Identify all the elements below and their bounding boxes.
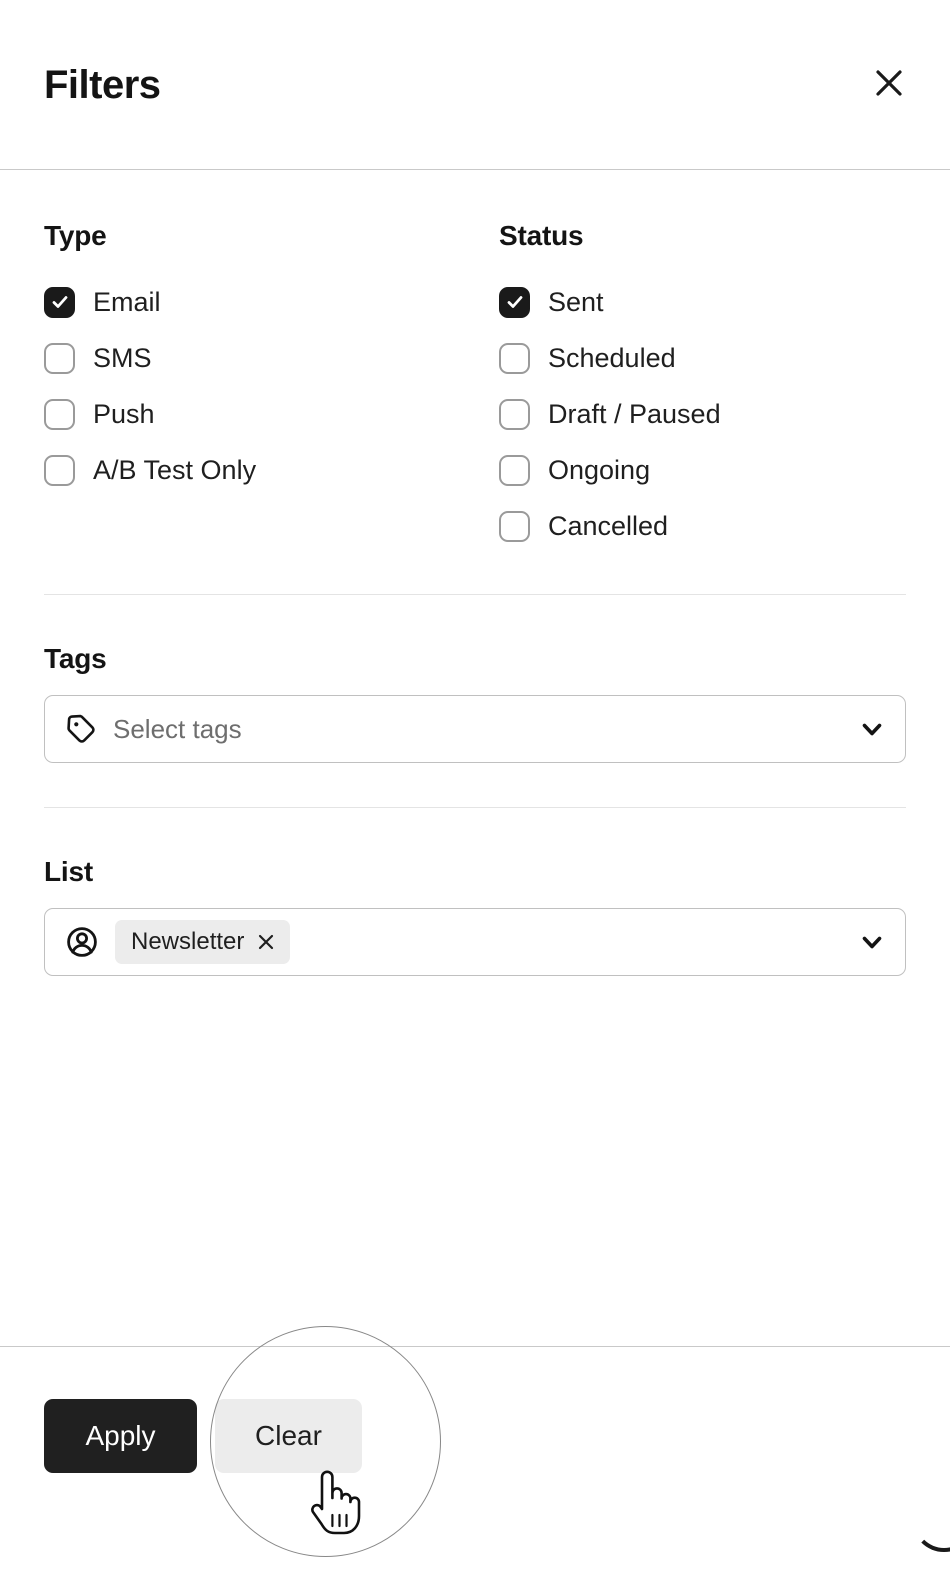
checkbox-row-sent[interactable]: Sent: [499, 274, 950, 330]
status-group-title: Status: [499, 220, 584, 251]
checkbox-label-cancelled: Cancelled: [548, 510, 669, 541]
tags-select[interactable]: Select tags: [44, 695, 906, 763]
page-title: Filters: [44, 62, 161, 107]
checkbox-label-ongoing: Ongoing: [548, 454, 651, 485]
checkbox-email[interactable]: [44, 286, 75, 318]
checkbox-row-email[interactable]: Email: [44, 274, 499, 330]
checkbox-push[interactable]: [44, 398, 75, 430]
tags-label: Tags: [44, 643, 107, 674]
close-button[interactable]: [866, 62, 912, 108]
type-filter-group: Type Email SMS Push A/B Test Only: [44, 220, 499, 554]
chip-newsletter[interactable]: Newsletter: [115, 920, 291, 964]
checkbox-label-sms: SMS: [93, 342, 152, 373]
chip-label: Newsletter: [131, 928, 245, 955]
tags-field-section: Tags Select tags: [44, 595, 906, 807]
tags-placeholder: Select tags: [113, 714, 242, 744]
list-select[interactable]: Newsletter: [44, 908, 906, 976]
list-chips: Newsletter: [115, 920, 847, 964]
apply-button[interactable]: Apply: [44, 1399, 197, 1473]
chip-remove-icon[interactable]: [256, 932, 276, 952]
checkbox-sent[interactable]: [499, 286, 530, 318]
list-label: List: [44, 856, 93, 887]
panel-footer: Apply Clear: [0, 1346, 950, 1572]
checkbox-sections: Type Email SMS Push A/B Test Only Status…: [44, 170, 906, 594]
chevron-down-icon[interactable]: [857, 927, 887, 957]
checkbox-label-email: Email: [93, 286, 161, 317]
checkbox-ab-test-only[interactable]: [44, 454, 75, 486]
user-circle-icon: [65, 925, 99, 959]
chevron-down-icon[interactable]: [857, 714, 887, 744]
status-filter-group: Status Sent Scheduled Draft / Paused Ong…: [499, 220, 950, 554]
panel-header: Filters: [0, 0, 950, 170]
checkbox-scheduled[interactable]: [499, 342, 530, 374]
checkbox-draft-paused[interactable]: [499, 398, 530, 430]
checkbox-row-draft-paused[interactable]: Draft / Paused: [499, 386, 950, 442]
checkbox-row-push[interactable]: Push: [44, 386, 499, 442]
filters-panel: Filters Type Email SMS Push A/B Test Onl…: [0, 0, 950, 1572]
checkbox-label-ab-test-only: A/B Test Only: [93, 454, 257, 485]
checkbox-label-sent: Sent: [548, 286, 604, 317]
checkbox-cancelled[interactable]: [499, 510, 530, 542]
type-group-title: Type: [44, 220, 107, 251]
checkbox-row-sms[interactable]: SMS: [44, 330, 499, 386]
checkbox-row-ab-test-only[interactable]: A/B Test Only: [44, 442, 499, 498]
checkbox-label-draft-paused: Draft / Paused: [548, 398, 721, 429]
checkbox-label-scheduled: Scheduled: [548, 342, 676, 373]
panel-body: Type Email SMS Push A/B Test Only Status…: [0, 170, 950, 1346]
checkbox-row-ongoing[interactable]: Ongoing: [499, 442, 950, 498]
tag-icon: [65, 713, 97, 745]
checkbox-sms[interactable]: [44, 342, 75, 374]
checkbox-label-push: Push: [93, 398, 155, 429]
clear-button[interactable]: Clear: [215, 1399, 362, 1473]
checkbox-ongoing[interactable]: [499, 454, 530, 486]
close-icon: [874, 68, 904, 101]
checkbox-row-scheduled[interactable]: Scheduled: [499, 330, 950, 386]
checkbox-row-cancelled[interactable]: Cancelled: [499, 498, 950, 554]
list-field-section: List Newsletter: [44, 808, 906, 1020]
